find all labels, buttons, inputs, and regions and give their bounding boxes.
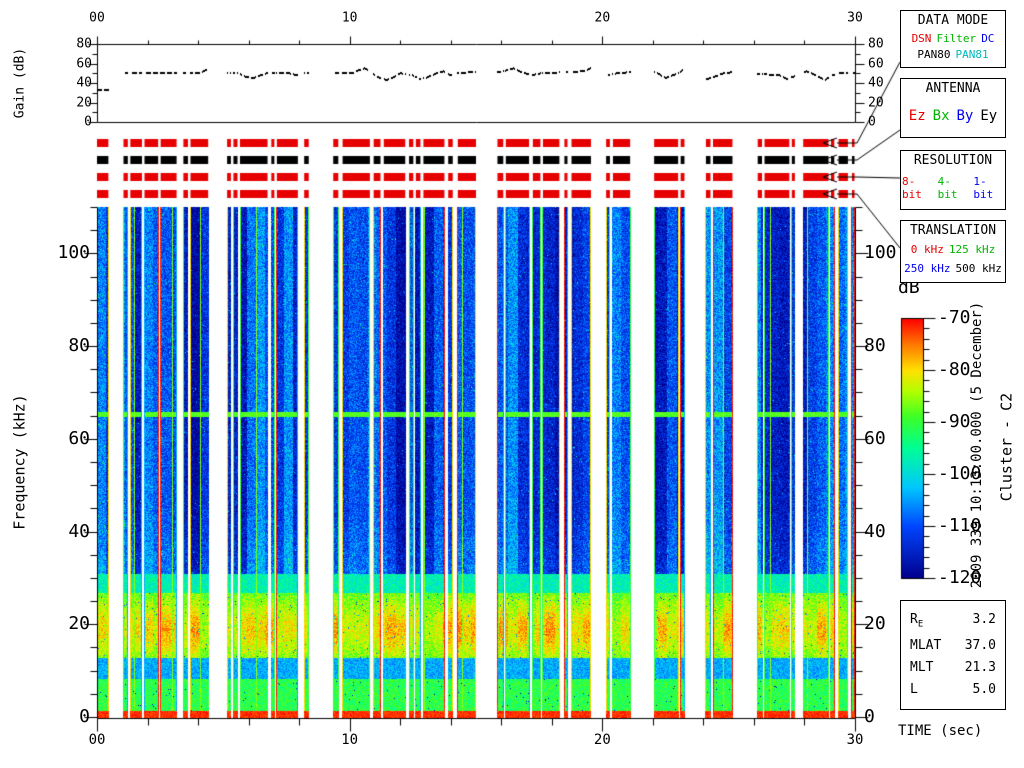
ephemeris-panel: RE 3.2 MLAT 37.0 MLT 21.3 L 5.0: [900, 600, 1006, 710]
ephemeris-value: 37.0: [964, 637, 996, 653]
antenna-item-bx: Bx: [932, 107, 950, 124]
data-mode-row-1: PAN80 PAN81: [902, 48, 1004, 61]
spacecraft-label: Cluster - C2: [997, 392, 1016, 502]
datetime-label: 2009 339 10:13:00.000 (5 December): [969, 301, 985, 589]
data-mode-item-pan81: PAN81: [955, 48, 989, 62]
ephemeris-label: MLAT: [910, 637, 942, 653]
gain-plot-region: [97, 44, 855, 122]
resolution-panel: RESOLUTION 8-bit 4-bit 1-bit: [900, 150, 1006, 210]
spectrogram-region: [97, 207, 855, 718]
translation-items: 0 kHz 125 kHz 250 kHz 500 kHz: [902, 238, 1004, 280]
ephemeris-label: RE: [910, 612, 924, 631]
antenna-items: Ez Bx By Ey: [902, 96, 1004, 135]
frequency-axis-title: Frequency (kHz): [10, 394, 29, 530]
translation-row-0: 0 kHz 125 kHz: [902, 243, 1004, 256]
ephemeris-row-mlt: MLT 21.3: [910, 660, 996, 675]
translation-item-500-khz: 500 kHz: [955, 261, 1002, 275]
resolution-title: RESOLUTION: [913, 153, 993, 168]
resolution-item-1-bit: 1-bit: [973, 174, 994, 201]
data-mode-title: DATA MODE: [917, 13, 989, 28]
resolution-items: 8-bit 4-bit 1-bit: [902, 168, 1004, 207]
data-mode-item-filter: Filter: [936, 31, 977, 45]
antenna-panel: ANTENNA Ez Bx By Ey: [900, 78, 1006, 138]
ephemeris-label: MLT: [910, 660, 934, 675]
antenna-item-ey: Ey: [980, 107, 998, 124]
colorbar-region: [901, 318, 923, 578]
data-mode-item-pan80: PAN80: [917, 48, 951, 62]
ephemeris-row-r: RE 3.2: [910, 612, 996, 630]
antenna-row-0: Ez Bx By Ey: [902, 108, 1004, 124]
data-mode-items: DSN Filter DC PAN80 PAN81: [902, 28, 1004, 65]
antenna-item-ez: Ez: [908, 107, 926, 124]
data-mode-item-dc: DC: [981, 31, 995, 45]
translation-item-250-khz: 250 kHz: [904, 261, 951, 275]
ephemeris-row-mlat: MLAT 37.0: [910, 638, 996, 653]
ephemeris-row-l: L 5.0: [910, 682, 996, 697]
translation-item-0-khz: 0 kHz: [910, 243, 944, 257]
data-mode-panel: DATA MODE DSN Filter DC PAN80 PAN81: [900, 10, 1006, 68]
status-strip-region: [97, 139, 855, 198]
ephemeris-rows: RE 3.2 MLAT 37.0 MLT 21.3 L 5.0: [910, 605, 996, 705]
data-mode-item-dsn: DSN: [911, 31, 932, 45]
antenna-item-by: By: [956, 107, 974, 124]
ephemeris-label: L: [910, 682, 918, 698]
translation-row-1: 250 kHz 500 kHz: [902, 262, 1004, 275]
translation-panel: TRANSLATION 0 kHz 125 kHz 250 kHz 500 kHz: [900, 220, 1006, 283]
ephemeris-value: 21.3: [964, 660, 996, 675]
resolution-row-0: 8-bit 4-bit 1-bit: [902, 175, 1004, 201]
resolution-item-8-bit: 8-bit: [902, 174, 922, 201]
ephemeris-value: 5.0: [972, 682, 996, 698]
ephemeris-value: 3.2: [972, 612, 996, 628]
resolution-item-4-bit: 4-bit: [937, 174, 958, 201]
translation-item-125-khz: 125 kHz: [948, 243, 996, 257]
wbd-survey-plot: 00 00 10 10 20 20 30 30 0 0 20 20 40 40 60 60 80 80 0 0 20 20…: [0, 0, 1024, 768]
data-mode-row-0: DSN Filter DC: [902, 32, 1004, 45]
time-axis-title: TIME (sec): [898, 723, 983, 739]
translation-title: TRANSLATION: [909, 223, 997, 238]
gain-axis-title: Gain (dB): [12, 47, 28, 119]
antenna-title: ANTENNA: [925, 81, 981, 96]
